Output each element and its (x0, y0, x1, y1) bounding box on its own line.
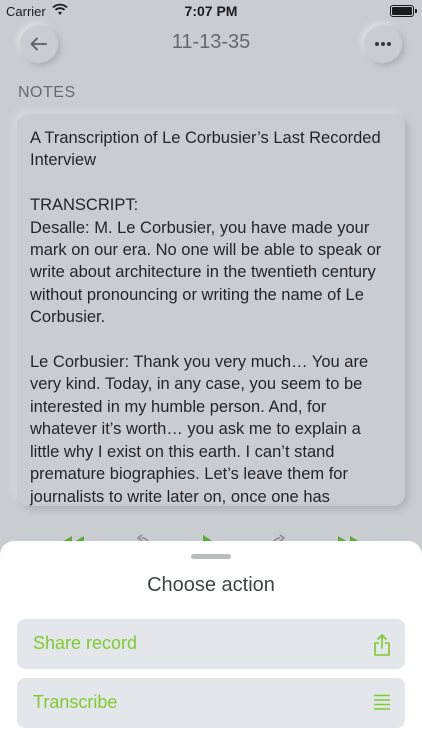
share-record-label: Share record (33, 633, 138, 653)
transcribe-button[interactable]: Transcribe (17, 678, 405, 728)
sheet-grabber[interactable] (191, 554, 231, 559)
transcribe-label: Transcribe (33, 692, 118, 712)
action-sheet-title: Choose action (147, 574, 275, 596)
share-record-button[interactable]: Share record (17, 619, 405, 669)
share-icon (374, 634, 390, 656)
lines-icon (374, 694, 390, 710)
action-sheet: Choose action Share record Transcribe (0, 541, 422, 750)
